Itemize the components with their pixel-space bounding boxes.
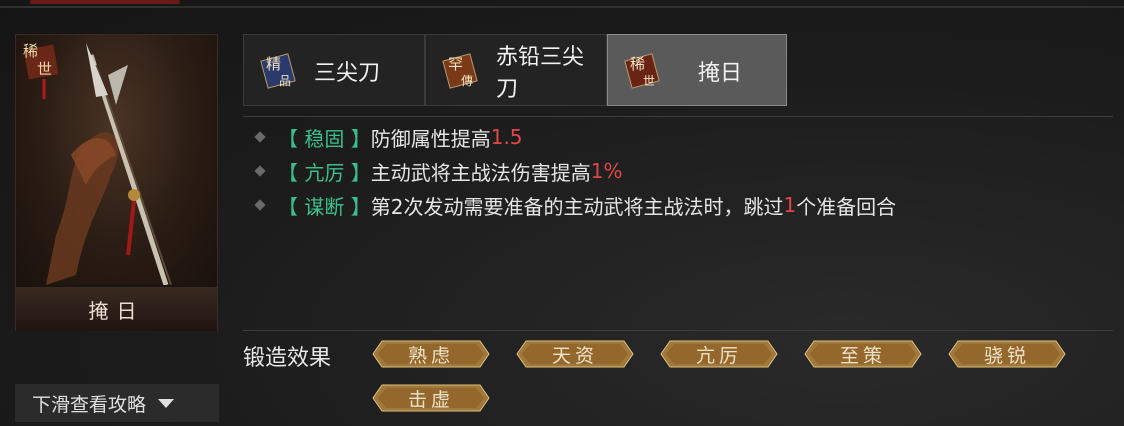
caret-down-icon	[158, 398, 175, 408]
forge-tag-label: 击虚	[407, 388, 454, 411]
effect-value: 1%	[590, 159, 623, 183]
svg-text:罕: 罕	[448, 55, 463, 73]
item-card-name: 掩日	[16, 287, 217, 331]
forge-tag[interactable]: 至策	[804, 339, 922, 369]
forge-tag[interactable]: 天资	[516, 339, 634, 369]
top-accent	[30, 0, 180, 4]
effect-row: 【 稳固 】防御属性提高 1.5	[248, 120, 896, 154]
forge-tag[interactable]: 熟虑	[372, 339, 490, 369]
effect-text: 防御属性提高	[370, 126, 491, 151]
effect-text: 主动武将主战法伤害提高	[370, 160, 591, 185]
top-divider	[0, 6, 1124, 8]
effect-row: 【 亢厉 】主动武将主战法伤害提高 1%	[248, 154, 896, 188]
tab-weapon-1[interactable]: 精品三尖刀	[243, 34, 425, 106]
forge-tag[interactable]: 击虚	[372, 383, 490, 413]
tabs-divider	[243, 116, 1113, 117]
tab-weapon-3[interactable]: 稀世 掩日	[607, 34, 787, 106]
tab-label: 掩日	[698, 61, 743, 86]
forge-tag-label: 骁锐	[983, 344, 1030, 367]
forge-effects-label: 锻造效果	[243, 346, 332, 371]
scroll-hint-label: 下滑查看攻略	[32, 393, 147, 416]
svg-text:傳: 傳	[461, 74, 473, 88]
effect-name: 【 亢厉 】	[278, 160, 371, 185]
forge-tag-label: 亢厉	[695, 344, 742, 367]
tab-label: 三尖刀	[314, 61, 381, 86]
effect-text: 第2次发动需要准备的主动武将主战法时，跳过	[370, 194, 784, 219]
tab-weapon-2[interactable]: 罕傳赤铅三尖刀	[425, 34, 607, 106]
diamond-bullet-icon	[254, 199, 266, 211]
tab-label: 赤铅三尖刀	[496, 45, 585, 102]
forge-tag-label: 天资	[551, 344, 598, 367]
svg-text:稀: 稀	[630, 55, 645, 73]
forge-divider	[243, 330, 1113, 331]
effect-name: 【 稳固 】	[278, 126, 371, 151]
diamond-bullet-icon	[254, 165, 266, 177]
diamond-bullet-icon	[254, 131, 266, 143]
scroll-hint-button[interactable]: 下滑查看攻略	[15, 384, 219, 422]
effect-value: 1.5	[490, 125, 523, 149]
weapon-tabs: 精品三尖刀罕傳赤铅三尖刀稀世掩日	[243, 34, 787, 106]
effect-name: 【 谋断 】	[278, 194, 371, 219]
effect-row: 【 谋断 】第2次发动需要准备的主动武将主战法时，跳过 1 个准备回合	[248, 188, 896, 222]
weapon-illustration: 稀 世	[16, 35, 217, 285]
effect-text-after: 个准备回合	[796, 194, 897, 219]
forge-tag-label: 熟虑	[407, 344, 454, 367]
rarity-badge: 稀 世	[20, 41, 62, 99]
svg-text:品: 品	[279, 74, 291, 88]
forge-tag-label: 至策	[839, 344, 886, 367]
rarity-char-2: 世	[37, 60, 53, 78]
effect-value: 1	[783, 193, 797, 217]
svg-text:精: 精	[266, 55, 281, 73]
item-card[interactable]: 稀 世 掩日	[15, 34, 218, 331]
rarity-badge-icon: 稀世	[624, 53, 660, 89]
rarity-badge-icon: 精品	[260, 53, 296, 89]
forge-tag[interactable]: 亢厉	[660, 339, 778, 369]
svg-text:世: 世	[643, 74, 655, 88]
forge-tag[interactable]: 骁锐	[948, 339, 1066, 369]
effect-list: 【 稳固 】防御属性提高 1.5 【 亢厉 】主动武将主战法伤害提高 1% 【 谋断 】…	[248, 120, 896, 222]
rarity-char-1: 稀	[23, 42, 39, 60]
rarity-badge-icon: 罕傳	[442, 53, 478, 89]
